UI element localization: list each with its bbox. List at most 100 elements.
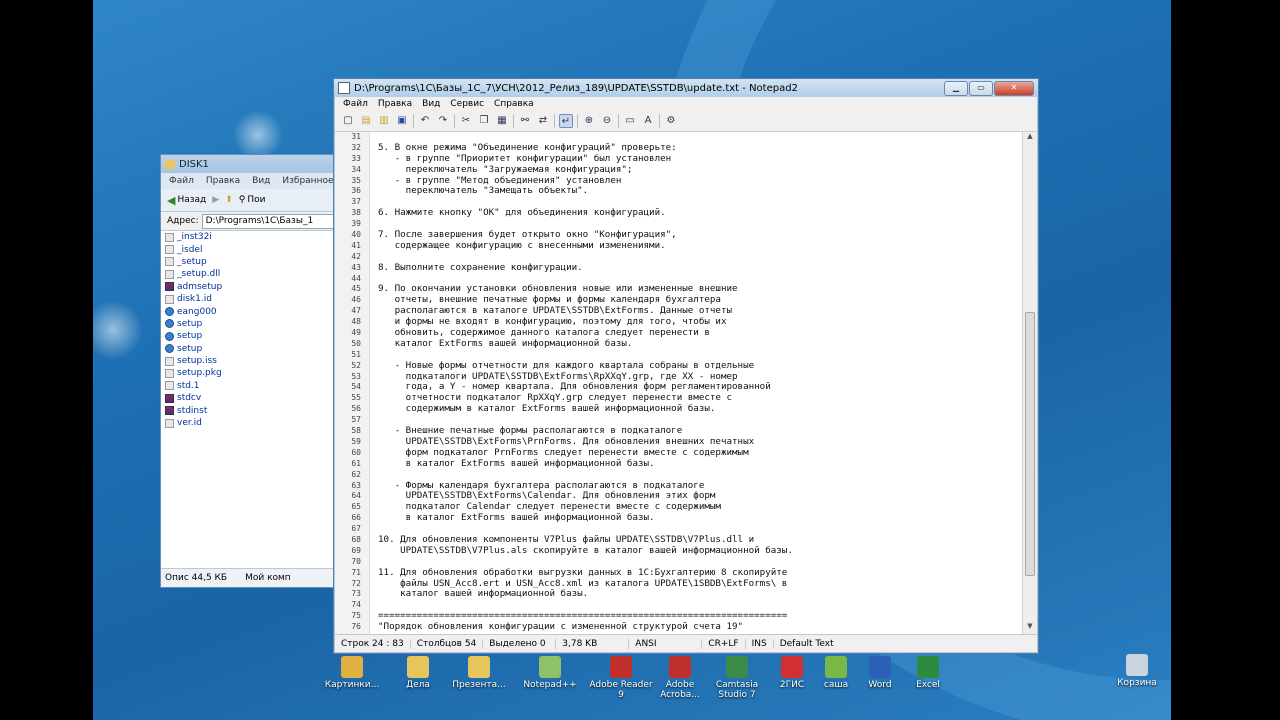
- text-line[interactable]: отчетности подкаталог RpXXqY.grp следует…: [378, 393, 1022, 404]
- maximize-button[interactable]: ▭: [969, 80, 993, 96]
- list-item[interactable]: eang000: [161, 305, 339, 317]
- text-line[interactable]: обновить, содержимое данного каталога сл…: [378, 328, 1022, 339]
- explorer-title-bar[interactable]: DISK1: [161, 155, 339, 173]
- zoom-in-icon[interactable]: ⊕: [582, 114, 596, 128]
- desktop-shortcut[interactable]: Adobe Acroba...: [648, 656, 712, 700]
- list-item[interactable]: disk1.id: [161, 293, 339, 305]
- file-list[interactable]: _inst32i _isdel _setup _setup.dll admsetup di…: [161, 231, 339, 569]
- list-item[interactable]: stdinst: [161, 404, 339, 416]
- menu-help[interactable]: Справка: [494, 99, 534, 109]
- address-input[interactable]: D:\Programs\1C\Базы_1: [201, 213, 339, 229]
- menu-favorites[interactable]: Избранное: [282, 176, 333, 186]
- text-line[interactable]: - Внешние печатные формы располагаются в…: [378, 426, 1022, 437]
- list-item[interactable]: ver.id: [161, 417, 339, 429]
- scroll-down-icon[interactable]: ▼: [1023, 622, 1037, 634]
- text-line[interactable]: 8. Выполните сохранение конфигурации.: [378, 263, 1022, 274]
- text-line[interactable]: [378, 600, 1022, 611]
- text-line[interactable]: располагаются в каталоге UPDATE\SSTDB\Ex…: [378, 306, 1022, 317]
- text-line[interactable]: [378, 252, 1022, 263]
- text-line[interactable]: UPDATE\SSTDB\ExtForms\PrnForms. Для обно…: [378, 437, 1022, 448]
- menu-file[interactable]: Файл: [169, 176, 194, 186]
- list-item[interactable]: setup: [161, 330, 339, 342]
- text-line[interactable]: [378, 557, 1022, 568]
- text-line[interactable]: [378, 132, 1022, 143]
- text-line[interactable]: - в группе "Приоритет конфигурации" был …: [378, 154, 1022, 165]
- word-wrap-icon[interactable]: ↵: [559, 114, 573, 128]
- list-item[interactable]: _isdel: [161, 243, 339, 255]
- open-file-icon[interactable]: ▤: [359, 114, 373, 128]
- desktop-shortcut[interactable]: Корзина: [1105, 654, 1169, 688]
- text-line[interactable]: каталог вашей информационной базы.: [378, 589, 1022, 600]
- text-line[interactable]: - Формы календаря бухгалтера располагают…: [378, 481, 1022, 492]
- text-line[interactable]: [378, 274, 1022, 285]
- list-item[interactable]: _inst32i: [161, 231, 339, 243]
- zoom-out-icon[interactable]: ⊖: [600, 114, 614, 128]
- scrollbar-thumb[interactable]: [1025, 312, 1035, 576]
- text-content[interactable]: 5. В окне режима "Объединение конфигурац…: [370, 132, 1022, 634]
- scroll-up-icon[interactable]: ▲: [1023, 132, 1037, 144]
- new-file-icon[interactable]: ▢: [341, 114, 355, 128]
- text-line[interactable]: подкаталог Calendar следует перенести вм…: [378, 502, 1022, 513]
- redo-icon[interactable]: ↷: [436, 114, 450, 128]
- save-icon[interactable]: ▣: [395, 114, 409, 128]
- find-icon[interactable]: ⚯: [518, 114, 532, 128]
- paste-icon[interactable]: ▦: [495, 114, 509, 128]
- list-item[interactable]: _setup: [161, 256, 339, 268]
- up-folder-icon[interactable]: ⬆: [225, 195, 233, 205]
- text-line[interactable]: переключатель "Загружаемая конфигурация"…: [378, 165, 1022, 176]
- text-line[interactable]: 10. Для обновления компоненты V7Plus фай…: [378, 535, 1022, 546]
- text-line[interactable]: и формы не входят в конфигурацию, поэтом…: [378, 317, 1022, 328]
- text-line[interactable]: [378, 350, 1022, 361]
- text-line[interactable]: 5. В окне режима "Объединение конфигурац…: [378, 143, 1022, 154]
- vertical-scrollbar[interactable]: ▲ ▼: [1022, 132, 1037, 634]
- list-item[interactable]: setup: [161, 343, 339, 355]
- text-line[interactable]: года, а Y - номер квартала. Для обновлен…: [378, 382, 1022, 393]
- text-line[interactable]: форм подкаталог PrnForms следует перенес…: [378, 448, 1022, 459]
- text-line[interactable]: в каталог ExtForms вашей информационной …: [378, 459, 1022, 470]
- desktop-shortcut[interactable]: Презента...: [447, 656, 511, 690]
- minimize-button[interactable]: ▁: [944, 80, 968, 96]
- menu-edit[interactable]: Правка: [378, 99, 412, 109]
- search-button[interactable]: ⚲ Пои: [239, 195, 266, 205]
- text-line[interactable]: файлы USN_Acc8.ert и USN_Acc8.xml из кат…: [378, 579, 1022, 590]
- browse-icon[interactable]: ▥: [377, 114, 391, 128]
- close-button[interactable]: ✕: [994, 80, 1034, 96]
- font-icon[interactable]: A: [641, 114, 655, 128]
- desktop-shortcut[interactable]: Notepad++: [518, 656, 582, 690]
- text-line[interactable]: [378, 524, 1022, 535]
- text-line[interactable]: [378, 197, 1022, 208]
- text-line[interactable]: ========================================…: [378, 611, 1022, 622]
- text-line[interactable]: - в группе "Метод объединения" установле…: [378, 176, 1022, 187]
- text-line[interactable]: [378, 415, 1022, 426]
- list-item[interactable]: stdcv: [161, 392, 339, 404]
- forward-button[interactable]: ▶: [212, 195, 219, 205]
- back-button[interactable]: ◀ Назад: [167, 194, 206, 207]
- menu-view[interactable]: Вид: [252, 176, 270, 186]
- menu-view[interactable]: Вид: [422, 99, 440, 109]
- editor-area[interactable]: 31 32 33 34 35 36 37 38 39 40 41 42 43 44 45 46 47 48 49 50…: [335, 132, 1037, 634]
- text-line[interactable]: в каталог ExtForms вашей информационной …: [378, 513, 1022, 524]
- desktop-shortcut[interactable]: Excel: [896, 656, 960, 690]
- text-line[interactable]: [378, 219, 1022, 230]
- text-line[interactable]: отчеты, внешние печатные формы и формы к…: [378, 295, 1022, 306]
- menu-tools[interactable]: Сервис: [450, 99, 484, 109]
- text-line[interactable]: 6. Нажмите кнопку "ОК" для объединения к…: [378, 208, 1022, 219]
- undo-icon[interactable]: ↶: [418, 114, 432, 128]
- explorer-window[interactable]: DISK1 Файл Правка Вид Избранное ◀ Назад …: [160, 154, 340, 588]
- menu-file[interactable]: Файл: [343, 99, 368, 109]
- cut-icon[interactable]: ✂: [459, 114, 473, 128]
- text-line[interactable]: содержимым в каталог ExtForms вашей инфо…: [378, 404, 1022, 415]
- text-line[interactable]: 7. После завершения будет открыто окно "…: [378, 230, 1022, 241]
- desktop-shortcut[interactable]: Дела: [386, 656, 450, 690]
- scheme-icon[interactable]: ▭: [623, 114, 637, 128]
- text-line[interactable]: UPDATE\SSTDB\V7Plus.als скопируйте в кат…: [378, 546, 1022, 557]
- text-line[interactable]: 11. Для обновления обработки выгрузки да…: [378, 568, 1022, 579]
- list-item[interactable]: setup.iss: [161, 355, 339, 367]
- text-line[interactable]: [378, 470, 1022, 481]
- desktop-shortcut[interactable]: Картинки...: [320, 656, 384, 690]
- list-item[interactable]: setup: [161, 318, 339, 330]
- menu-edit[interactable]: Правка: [206, 176, 240, 186]
- text-line[interactable]: 9. По окончании установки обновления нов…: [378, 284, 1022, 295]
- copy-icon[interactable]: ❐: [477, 114, 491, 128]
- list-item[interactable]: _setup.dll: [161, 268, 339, 280]
